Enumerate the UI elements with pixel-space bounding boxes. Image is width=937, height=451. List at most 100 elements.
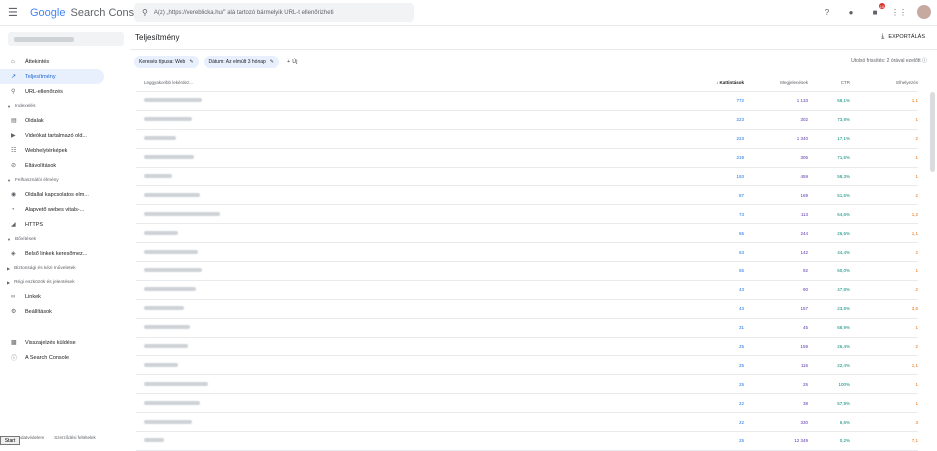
query-cell bbox=[136, 438, 660, 443]
terms-link[interactable]: Szerződési feltételek bbox=[54, 435, 96, 440]
ctr-cell: 6,6% bbox=[808, 420, 850, 425]
query-cell bbox=[136, 155, 660, 160]
position-cell: 1 bbox=[850, 268, 918, 273]
position-cell: 1 bbox=[850, 382, 918, 387]
manage-users-icon[interactable]: ● bbox=[845, 6, 857, 18]
ctr-cell: 68,9% bbox=[808, 325, 850, 330]
position-cell: 1,2 bbox=[850, 212, 918, 217]
sidebar-item-performance[interactable]: ↗Teljesítmény bbox=[0, 69, 104, 84]
url-inspection-search[interactable]: ⚲ A(z) „https://vereblicka.hu/” alá tart… bbox=[134, 3, 414, 22]
table-row[interactable]: 7721 13368,1%1,1 bbox=[136, 92, 918, 111]
sidebar-item-sitelinks[interactable]: ◈Belső linkek keresőmez... bbox=[0, 246, 104, 261]
query-text-redacted bbox=[144, 401, 200, 405]
sidebar-item-url-inspection[interactable]: ⚲URL-ellenőrzés bbox=[0, 84, 104, 99]
sidebar-item-overview[interactable]: ⌂Áttekintés bbox=[0, 54, 104, 69]
sidebar-item-feedback[interactable]: ▩Visszajelzés küldése bbox=[0, 335, 104, 350]
query-text-redacted bbox=[144, 287, 196, 291]
column-header-position[interactable]: Elhelyezés bbox=[850, 80, 918, 85]
start-button[interactable]: Start bbox=[0, 436, 20, 445]
property-selector[interactable] bbox=[8, 32, 124, 46]
section-label: Bővítések bbox=[15, 237, 36, 242]
table-row[interactable]: 439047,8%2 bbox=[136, 281, 918, 300]
section-security[interactable]: ▶Biztonsági és kézi műveletek bbox=[0, 261, 130, 275]
position-cell: 1,1 bbox=[850, 363, 918, 368]
table-row[interactable]: 6314244,4%2 bbox=[136, 243, 918, 262]
privacy-link[interactable]: Adatvédelem bbox=[18, 435, 44, 440]
sidebar-item-links[interactable]: ∞Linkek bbox=[0, 289, 104, 304]
ctr-cell: 57,9% bbox=[808, 401, 850, 406]
section-enhancements[interactable]: ▼Bővítések bbox=[0, 232, 130, 246]
position-cell: 2 bbox=[850, 250, 918, 255]
new-filter-button[interactable]: +Új bbox=[287, 59, 297, 65]
section-legacy[interactable]: ▶Régi eszközök és jelentések bbox=[0, 275, 130, 289]
sidebar-item-core-vitals[interactable]: ◔Alapvető webes vitals-... bbox=[0, 202, 104, 217]
query-cell bbox=[136, 136, 660, 141]
table-row[interactable]: 7311364,6%1,2 bbox=[136, 205, 918, 224]
table-row[interactable]: 2231 34017,1%2 bbox=[136, 130, 918, 149]
table-row[interactable]: 4315723,5%3,6 bbox=[136, 300, 918, 319]
impressions-cell: 330 bbox=[744, 420, 808, 425]
position-cell: 1 bbox=[850, 117, 918, 122]
table-row[interactable]: 314568,9%1 bbox=[136, 319, 918, 338]
column-header-impressions[interactable]: Megjelenések bbox=[744, 80, 808, 85]
table-row[interactable]: 2511622,4%1,1 bbox=[136, 356, 918, 375]
section-indexing[interactable]: ▼Indexelés bbox=[0, 99, 130, 113]
apps-icon[interactable]: ⋮⋮ bbox=[893, 6, 905, 18]
impressions-cell: 90 bbox=[744, 287, 808, 292]
sidebar-item-https[interactable]: ◢HTTPS bbox=[0, 217, 104, 232]
ctr-cell: 0,2% bbox=[808, 438, 850, 443]
sidebar-item-removals[interactable]: ⊘Eltávolítások bbox=[0, 158, 104, 173]
chevron-down-icon: ▼ bbox=[7, 104, 11, 109]
section-experience[interactable]: ▼Felhasználói élmény bbox=[0, 173, 130, 187]
menu-icon[interactable]: ☰ bbox=[8, 6, 22, 19]
query-cell bbox=[136, 363, 660, 368]
table-row[interactable]: 8716951,5%2 bbox=[136, 186, 918, 205]
query-text-redacted bbox=[144, 438, 164, 442]
sidebar-item-settings[interactable]: ⚙Beállítások bbox=[0, 304, 104, 319]
table-row[interactable]: 2525100%1 bbox=[136, 375, 918, 394]
last-updated: Utolsó frissítés: 2 órával ezelőtt ⓘ bbox=[851, 57, 927, 64]
ctr-cell: 71,6% bbox=[808, 155, 850, 160]
sidebar-item-about[interactable]: ⓘA Search Console bbox=[0, 350, 104, 365]
help-icon[interactable]: ? bbox=[821, 6, 833, 18]
notifications-icon[interactable]: ■10 bbox=[869, 6, 881, 18]
column-header-clicks[interactable]: ↓ Kattintások bbox=[660, 80, 744, 85]
search-type-filter[interactable]: Keresés típusa: Web✎ bbox=[134, 56, 199, 68]
table-row[interactable]: 2515926,4%2 bbox=[136, 338, 918, 357]
notification-badge: 10 bbox=[879, 3, 885, 9]
table-row[interactable]: 6524426,6%1,1 bbox=[136, 224, 918, 243]
sidebar-item-sitemaps[interactable]: ☷Webhelytérképek bbox=[0, 143, 104, 158]
query-cell bbox=[136, 382, 660, 387]
table-row[interactable]: 223306,6%3 bbox=[136, 413, 918, 432]
ctr-cell: 60,0% bbox=[808, 268, 850, 273]
column-header-ctr[interactable]: CTR bbox=[808, 80, 850, 85]
table-row[interactable]: 19345958,3%1 bbox=[136, 168, 918, 187]
search-placeholder: A(z) „https://vereblicka.hu/” alá tartoz… bbox=[154, 10, 334, 16]
sidebar-item-page-experience[interactable]: ◉Oldallal kapcsolatos elm... bbox=[0, 187, 104, 202]
column-header-query[interactable]: Leggyakoribb lekérdez... bbox=[136, 80, 660, 85]
help-icon[interactable]: ⓘ bbox=[922, 58, 927, 64]
ctr-cell: 64,6% bbox=[808, 212, 850, 217]
clicks-cell: 63 bbox=[660, 250, 744, 255]
query-cell bbox=[136, 344, 660, 349]
clicks-cell: 87 bbox=[660, 193, 744, 198]
ctr-cell: 23,5% bbox=[808, 306, 850, 311]
query-text-redacted bbox=[144, 98, 202, 102]
table-row[interactable]: 22330273,8%1 bbox=[136, 111, 918, 130]
export-button[interactable]: ⤓ EXPORTÁLÁS bbox=[881, 33, 925, 41]
search-icon: ⚲ bbox=[11, 88, 21, 95]
clicks-cell: 223 bbox=[660, 136, 744, 141]
page-header: Teljesítmény bbox=[130, 26, 937, 50]
sidebar-item-video-pages[interactable]: ▶Videókat tartalmazó old... bbox=[0, 128, 104, 143]
avatar[interactable] bbox=[917, 5, 931, 19]
date-filter[interactable]: Dátum: Az elmúlt 3 hónap✎ bbox=[204, 56, 279, 68]
table-row[interactable]: 223857,9%1 bbox=[136, 394, 918, 413]
query-cell bbox=[136, 98, 660, 103]
top-bar: ☰ Google Search Console ⚲ A(z) „https://… bbox=[0, 0, 937, 26]
table-row[interactable]: 559260,0%1 bbox=[136, 262, 918, 281]
table-row[interactable]: 2512 3490,2%7,1 bbox=[136, 432, 918, 451]
product-logo[interactable]: Google Search Console bbox=[30, 7, 149, 19]
sidebar-item-pages[interactable]: ▤Oldalak bbox=[0, 113, 104, 128]
scrollbar[interactable] bbox=[930, 92, 935, 172]
table-row[interactable]: 21930671,6%1 bbox=[136, 149, 918, 168]
